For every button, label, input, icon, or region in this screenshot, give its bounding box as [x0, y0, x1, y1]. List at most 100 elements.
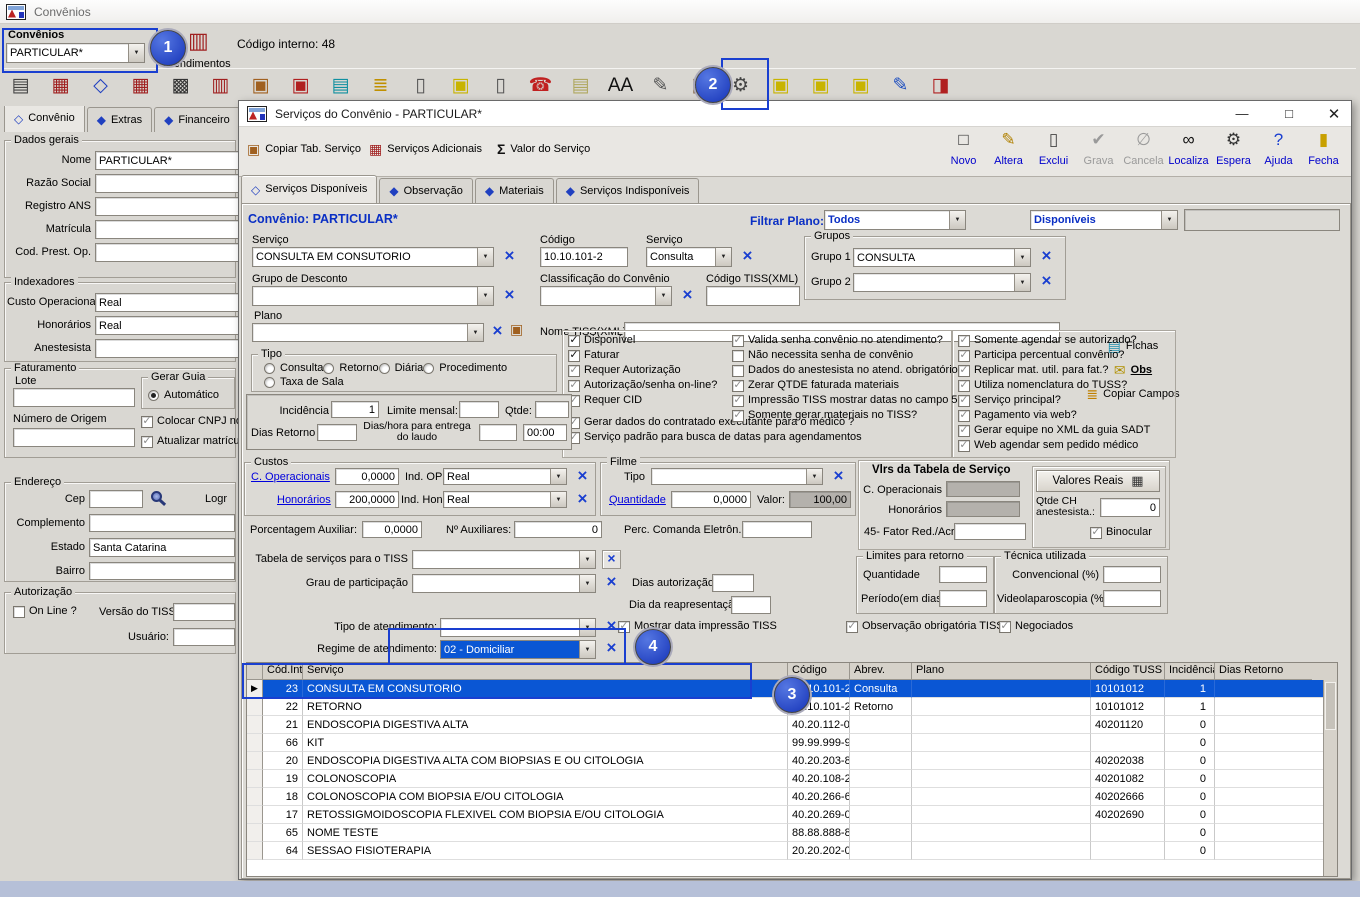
minimize-button[interactable]: —: [1227, 103, 1257, 124]
checkbox-row[interactable]: Utiliza nomenclatura do TUSS?: [958, 379, 1150, 392]
altera-button[interactable]: ✎ Altera: [986, 129, 1031, 169]
clear-filme-tipo-icon[interactable]: [831, 469, 846, 484]
text-field[interactable]: [95, 243, 241, 262]
trash2-icon[interactable]: ▯: [484, 69, 517, 101]
porcentagem-field[interactable]: 0,0000: [362, 521, 422, 538]
checkbox-online[interactable]: On Line ?: [13, 605, 77, 618]
novo-button[interactable]: □ Novo: [941, 129, 986, 169]
lote-field[interactable]: [13, 388, 135, 407]
usuario-field[interactable]: [173, 628, 235, 646]
table-row[interactable]: ▶ 64 SESSAO FISIOTERAPIA 20.20.202-0 0: [247, 842, 1337, 860]
copy-pages-icon[interactable]: ▤: [564, 69, 597, 101]
fator-field[interactable]: [954, 523, 1026, 540]
tab-convenio[interactable]: ◇ Convênio: [4, 106, 85, 132]
plano-select[interactable]: [252, 323, 484, 342]
filtrar-plano-select[interactable]: Todos: [824, 210, 966, 230]
estado-field[interactable]: Santa Catarina: [89, 538, 235, 557]
codigo-tiss-field[interactable]: [706, 286, 800, 306]
cep-field[interactable]: [89, 490, 143, 508]
text-field[interactable]: Real: [95, 316, 241, 335]
convenios-select[interactable]: PARTICULAR*: [6, 43, 145, 63]
radio-row[interactable]: Consulta: [264, 361, 323, 375]
text-field[interactable]: [95, 174, 241, 193]
print2-icon[interactable]: ▦: [124, 69, 157, 101]
checkbox-row[interactable]: Replicar mat. util. para fat.?: [958, 364, 1150, 377]
checkbox-row[interactable]: Disponível: [568, 334, 717, 347]
incidencia-field[interactable]: 1: [331, 401, 379, 418]
checkbox-row[interactable]: Pagamento via web?: [958, 409, 1150, 422]
grupo1-select[interactable]: CONSULTA: [853, 248, 1031, 267]
localiza-button[interactable]: ∞ Localiza: [1166, 129, 1211, 169]
limite-mensal-field[interactable]: [459, 401, 499, 418]
tab-financeiro[interactable]: ◆ Financeiro: [154, 107, 238, 132]
c-operacionais-field[interactable]: 0,0000: [335, 468, 399, 485]
dialog-titlebar[interactable]: Serviços do Convênio - PARTICULAR*: [239, 101, 1351, 127]
search-cep-icon[interactable]: [151, 491, 166, 506]
table-row[interactable]: ▶ 19 COLONOSCOPIA 40.20.108-2 40201082 0: [247, 770, 1337, 788]
checkbox-row[interactable]: Serviço principal?: [958, 394, 1150, 407]
checkbox-row[interactable]: Zerar QTDE faturada materiais: [732, 379, 970, 392]
radio-row[interactable]: Diária: [379, 361, 424, 375]
dropdown-arrow-icon[interactable]: [128, 44, 144, 62]
maximize-button[interactable]: □: [1274, 103, 1304, 124]
checkbox-row[interactable]: Serviço padrão para busca de datas para …: [568, 431, 862, 444]
checkbox-row[interactable]: Somente agendar se autorizado?: [958, 334, 1150, 347]
tipo-atendimento-select[interactable]: [440, 618, 596, 637]
radio-automatico[interactable]: Automático: [148, 388, 219, 402]
dias-autorizacao-field[interactable]: [712, 574, 754, 592]
drawer-icon[interactable]: ▣: [764, 69, 797, 101]
ind-op-select[interactable]: Real: [443, 468, 567, 485]
clear-tipo-atendimento-icon[interactable]: [604, 619, 619, 634]
tab-observacao[interactable]: ◆ Observação: [379, 178, 473, 203]
servico-select[interactable]: CONSULTA EM CONSUTORIO: [252, 247, 494, 267]
checkbox-row[interactable]: Valida senha convênio no atendimento?: [732, 334, 970, 347]
exclui-button[interactable]: ▯ Exclui: [1031, 129, 1076, 169]
radio-row[interactable]: Retorno: [323, 361, 378, 375]
tree-icon[interactable]: ≣: [364, 69, 397, 101]
clear-grupo1-icon[interactable]: [1039, 249, 1054, 264]
transfer-icon[interactable]: ◨: [924, 69, 957, 101]
checkbox-obs-obrigatoria[interactable]: Observação obrigatória TISS: [846, 620, 1004, 633]
table-row[interactable]: ▶ 20 ENDOSCOPIA DIGESTIVA ALTA COM BIOPS…: [247, 752, 1337, 770]
text-field[interactable]: [95, 220, 241, 239]
doc-copy-icon[interactable]: ▣: [244, 69, 277, 101]
table-row[interactable]: ▶ 18 COLONOSCOPIA COM BIOPSIA E/OU CITOL…: [247, 788, 1337, 806]
periodo-field[interactable]: [939, 590, 987, 607]
valores-reais-button[interactable]: Valores Reais ▦: [1036, 470, 1160, 492]
text-field[interactable]: [95, 339, 241, 358]
checkbox-negociados[interactable]: Negociados: [999, 620, 1073, 633]
checkbox-binocular[interactable]: Binocular: [1090, 526, 1152, 539]
servico-abrev-select[interactable]: Consulta: [646, 247, 732, 267]
clear-grau-icon[interactable]: [604, 575, 619, 590]
dia-reapresentacao-field[interactable]: [731, 596, 771, 614]
checkbox-row[interactable]: Faturar: [568, 349, 717, 362]
clear-regime-icon[interactable]: [604, 641, 619, 656]
clear-grupo2-icon[interactable]: [1039, 274, 1054, 289]
checkbox-row[interactable]: Gerar equipe no XML da guia SADT: [958, 424, 1150, 437]
col-abrev[interactable]: Abrev.: [850, 663, 912, 680]
clear-servico-abrev-icon[interactable]: [740, 249, 755, 264]
col-incidencia[interactable]: Incidência: [1165, 663, 1215, 680]
text-field[interactable]: PARTICULAR*: [95, 151, 241, 170]
checkbox-row[interactable]: Dados do anestesista no atend. obrigatór…: [732, 364, 970, 377]
table-row[interactable]: ▶ 17 RETOSSIGMOIDOSCOPIA FLEXIVEL COM BI…: [247, 806, 1337, 824]
ind-hono-select[interactable]: Real: [443, 491, 567, 508]
honorarios-link[interactable]: Honorários: [277, 494, 331, 506]
checkbox-row[interactable]: Autorização/senha on-line?: [568, 379, 717, 392]
versao-tiss-field[interactable]: [173, 603, 235, 621]
grau-select[interactable]: [412, 574, 596, 593]
checkbox-row[interactable]: Somente gerar materiais no TISS?: [732, 409, 970, 422]
book-icon[interactable]: ◇: [84, 69, 117, 101]
qtde-field[interactable]: [535, 401, 569, 418]
complemento-field[interactable]: [89, 514, 235, 532]
text-field[interactable]: [95, 197, 241, 216]
c-operacionais-link[interactable]: C. Operacionais: [251, 471, 330, 483]
ajuda-button[interactable]: ? Ajuda: [1256, 129, 1301, 169]
table-row[interactable]: ▶ 21 ENDOSCOPIA DIGESTIVA ALTA 40.20.112…: [247, 716, 1337, 734]
classificacao-select[interactable]: [540, 286, 672, 306]
notepad-icon[interactable]: ▤: [324, 69, 357, 101]
clear-tabela-tiss-icon[interactable]: [602, 550, 621, 569]
tabela-tiss-select[interactable]: [412, 550, 596, 569]
tab-servicos-disponiveis[interactable]: ◇ Serviços Disponíveis: [241, 175, 377, 203]
close-button[interactable]: ✕: [1319, 103, 1349, 124]
